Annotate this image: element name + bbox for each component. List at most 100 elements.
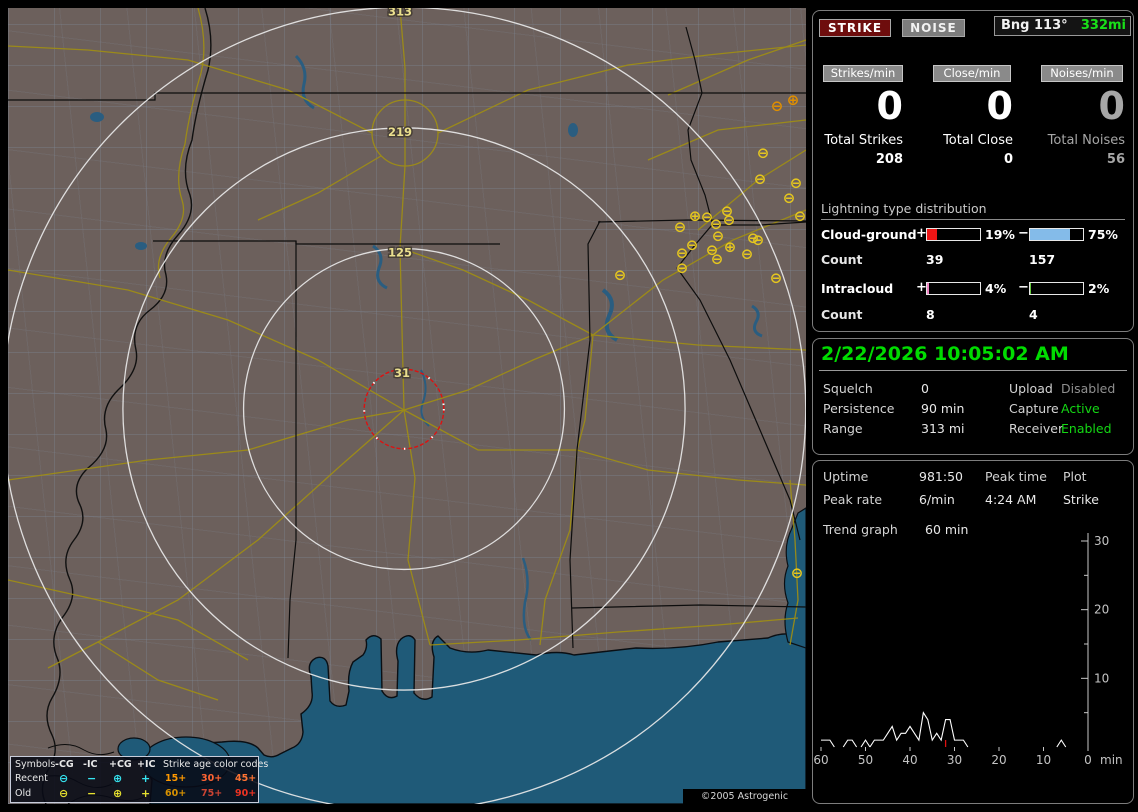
- total-noises-label: Total Noises: [1047, 133, 1125, 148]
- strike-cg-negative-icon: ⊖: [771, 97, 784, 115]
- svg-text:40: 40: [902, 753, 917, 767]
- svg-text:20: 20: [991, 753, 1006, 767]
- svg-text:50: 50: [858, 753, 873, 767]
- strike-cg-negative-icon: ⊖: [723, 211, 736, 229]
- svg-text:0: 0: [1084, 753, 1092, 767]
- legend-col-cg-neg: -CG: [55, 759, 74, 770]
- copyright-notice: ©2005 Astrogenic Systems: [683, 789, 806, 804]
- cloud-ground-label: Cloud-ground: [821, 227, 917, 242]
- age-45: 45+: [235, 773, 257, 784]
- total-strikes-label: Total Strikes: [824, 133, 903, 148]
- legend-col-ic-neg: -IC: [83, 759, 98, 770]
- strikes-per-min-button[interactable]: Strikes/min: [823, 65, 903, 82]
- cg-positive-percent: 19%: [985, 227, 1015, 242]
- strike-cg-positive-icon: ⊕: [689, 207, 702, 225]
- upload-label: Upload: [1009, 381, 1053, 396]
- noises-per-min-value: 0: [1098, 84, 1125, 128]
- capture-label: Capture: [1009, 401, 1059, 416]
- strike-cg-negative-icon: ⊖: [794, 207, 806, 225]
- total-close-value: 0: [1003, 152, 1013, 167]
- strike-cg-negative-icon: ⊖: [783, 189, 796, 207]
- strike-cg-positive-icon: ⊕: [724, 238, 737, 256]
- ring-label-125: 125: [388, 246, 412, 260]
- total-noises-value: 56: [1106, 152, 1125, 167]
- cg-negative-percent: 75%: [1088, 227, 1118, 242]
- legend-symbols-header: Symbols: [15, 759, 56, 770]
- cg-negative-count: 157: [1029, 252, 1056, 267]
- minus-sign: −: [1018, 226, 1029, 241]
- mississippi-river: [41, 8, 212, 804]
- close-per-min-button[interactable]: Close/min: [933, 65, 1011, 82]
- status-panel: 2/22/2026 10:05:02 AM Squelch 0 Persiste…: [812, 338, 1134, 455]
- strike-cg-negative-icon: ⊖: [614, 266, 627, 284]
- age-60: 60+: [165, 788, 187, 799]
- capture-status: Active: [1061, 401, 1100, 416]
- ring-labels: 313 219 125 31: [386, 8, 413, 382]
- legend-col-cg-pos: +CG: [109, 759, 132, 770]
- squelch-value: 0: [921, 381, 929, 396]
- trend-graph: 10 20 30 60 50 40 30 20 10 0 min: [813, 533, 1123, 767]
- range-label: Range: [823, 421, 863, 436]
- strike-cg-negative-icon: ⊖: [711, 250, 724, 268]
- svg-text:10: 10: [1094, 671, 1109, 685]
- recent-cg-neg-icon: ⊖: [59, 772, 69, 785]
- cg-negative-bar: [1029, 228, 1084, 241]
- ic-negative-count: 4: [1029, 307, 1038, 322]
- strike-cg-positive-icon: ⊕: [787, 91, 800, 109]
- close-per-min-value: 0: [986, 84, 1013, 128]
- strike-cg-negative-icon: ⊖: [741, 245, 754, 263]
- distribution-title: Lightning type distribution: [821, 201, 1125, 220]
- squelch-label: Squelch: [823, 381, 873, 396]
- ic-negative-bar: [1029, 282, 1084, 295]
- ring-label-219: 219: [388, 125, 412, 139]
- svg-text:10: 10: [1036, 753, 1051, 767]
- app-window: ⊖ ⊕ ⊖ ⊖ ⊖ ⊖ ⊖ ⊕ ⊖ ⊖ ⊖ ⊖ ⊖ ⊖ ⊖ ⊖ ⊖ ⊖ ⊕ ⊖ ⊖ ⊖ ⊖ ⊖ ⊖ ⊖ 313 219 125 31 S…: [0, 0, 1138, 812]
- legend-age-header: Strike age color codes: [163, 759, 269, 770]
- ic-positive-count: 8: [926, 307, 935, 322]
- cg-positive-bar: [926, 228, 981, 241]
- ic-negative-percent: 2%: [1088, 281, 1110, 296]
- strike-cg-negative-icon: ⊖: [752, 231, 765, 249]
- legend-col-ic-pos: +IC: [137, 759, 156, 770]
- strike-cg-negative-icon: ⊖: [674, 218, 687, 236]
- legend-row-recent-label: Recent: [15, 773, 48, 784]
- persistence-label: Persistence: [823, 401, 895, 416]
- noises-per-min-button[interactable]: Noises/min: [1041, 65, 1123, 82]
- legend-row-old-label: Old: [15, 788, 32, 799]
- strike-mode-button[interactable]: STRIKE: [819, 19, 892, 37]
- minus-sign: −: [1018, 280, 1029, 295]
- strike-cg-negative-icon: ⊖: [676, 259, 689, 277]
- old-ic-neg-icon: −: [87, 787, 97, 800]
- ring-label-31: 31: [394, 366, 410, 380]
- old-ic-pos-icon: +: [141, 787, 151, 800]
- ic-positive-bar: [926, 282, 981, 295]
- strike-cg-negative-icon: ⊖: [770, 269, 783, 287]
- svg-text:20: 20: [1094, 603, 1109, 617]
- receiver-status: Enabled: [1061, 421, 1112, 436]
- ring-label-313: 313: [388, 8, 412, 18]
- strikes-per-min-value: 0: [876, 84, 903, 128]
- cg-count-label: Count: [821, 252, 863, 267]
- counters-panel: STRIKE NOISE Bng 113° 332mi Strikes/min …: [812, 10, 1134, 332]
- datetime-display: 2/22/2026 10:05:02 AM: [821, 343, 1069, 365]
- divider: [819, 370, 1127, 371]
- intracloud-label: Intracloud: [821, 281, 894, 296]
- age-15: 15+: [165, 773, 187, 784]
- noise-mode-button[interactable]: NOISE: [902, 19, 965, 37]
- ic-positive-percent: 4%: [985, 281, 1007, 296]
- strike-map[interactable]: ⊖ ⊕ ⊖ ⊖ ⊖ ⊖ ⊖ ⊕ ⊖ ⊖ ⊖ ⊖ ⊖ ⊖ ⊖ ⊖ ⊖ ⊖ ⊕ ⊖ ⊖ ⊖ ⊖ ⊖ ⊖ ⊖ 313 219 125 31 S…: [8, 8, 806, 804]
- total-close-label: Total Close: [943, 133, 1013, 148]
- control-panel: STRIKE NOISE Bng 113° 332mi Strikes/min …: [810, 8, 1136, 806]
- bearing-display: Bng 113° 332mi: [994, 16, 1131, 36]
- svg-text:60: 60: [813, 753, 828, 767]
- ic-count-label: Count: [821, 307, 863, 322]
- age-75: 75+: [201, 788, 223, 799]
- svg-text:min: min: [1100, 753, 1123, 767]
- recent-ic-neg-icon: −: [87, 772, 97, 785]
- trend-panel: Uptime 981:50 Peak time Plot Peak rate 6…: [812, 460, 1134, 804]
- strike-symbols: ⊖ ⊕⊖⊖ ⊖⊖⊖⊕ ⊖ ⊖⊖ ⊖⊖ ⊖ ⊖⊖⊖ ⊖ ⊕ ⊖⊖ ⊖⊖⊖ ⊖⊖: [614, 91, 806, 582]
- strike-cg-negative-icon: ⊖: [754, 170, 767, 188]
- svg-text:30: 30: [947, 753, 962, 767]
- persistence-value: 90 min: [921, 401, 965, 416]
- strike-cg-negative-icon: ⊖: [791, 564, 804, 582]
